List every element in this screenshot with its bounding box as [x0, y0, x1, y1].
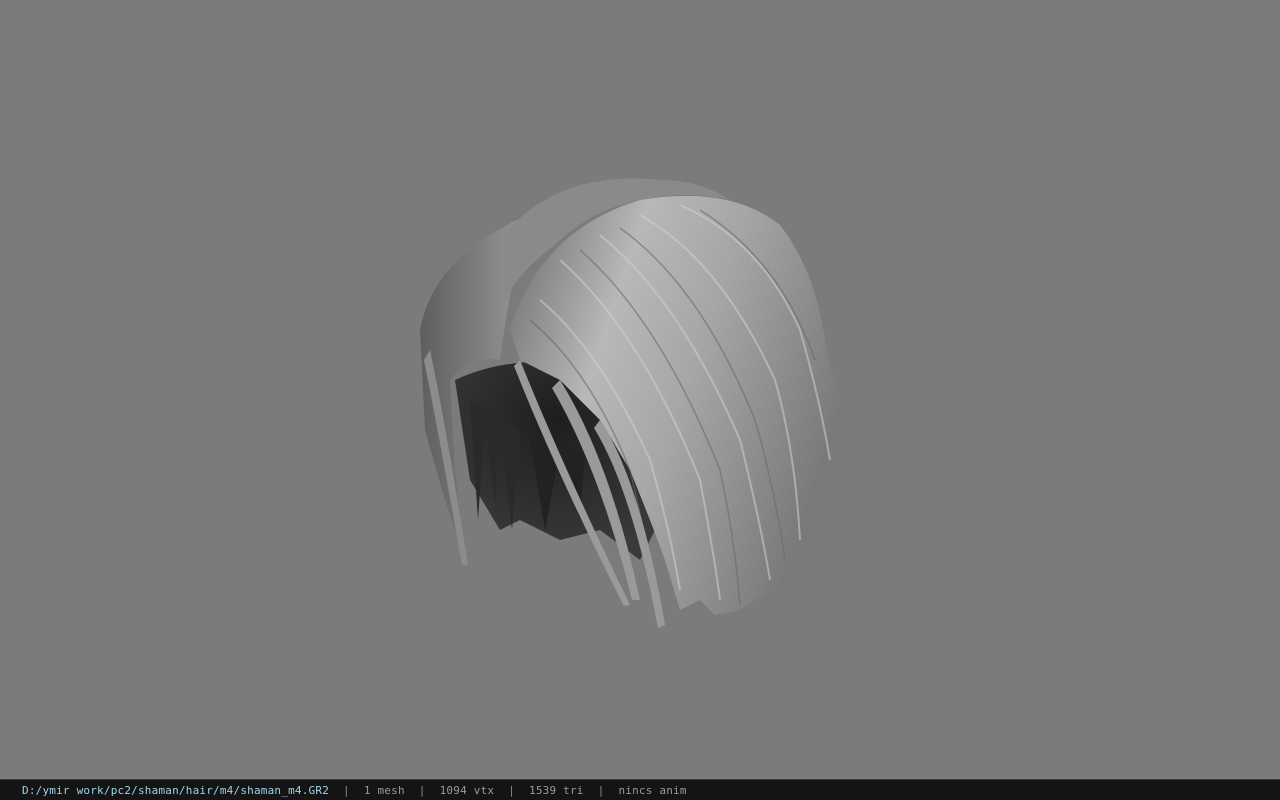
animation-status: nincs anim	[618, 783, 687, 797]
status-separator: |	[597, 783, 605, 797]
triangle-count: 1539 tri	[529, 783, 584, 797]
status-bar: D:/ymir work/pc2/shaman/hair/m4/shaman_m…	[0, 779, 1280, 800]
file-path: D:/ymir work/pc2/shaman/hair/m4/shaman_m…	[22, 783, 330, 797]
vertex-count: 1094 vtx	[439, 783, 495, 797]
hair-mesh-model[interactable]	[0, 0, 1280, 779]
status-separator: |	[343, 783, 350, 797]
status-separator: |	[418, 783, 426, 797]
3d-viewport[interactable]	[0, 0, 1280, 779]
mesh-count: 1 mesh	[363, 783, 405, 797]
status-separator: |	[508, 783, 516, 797]
